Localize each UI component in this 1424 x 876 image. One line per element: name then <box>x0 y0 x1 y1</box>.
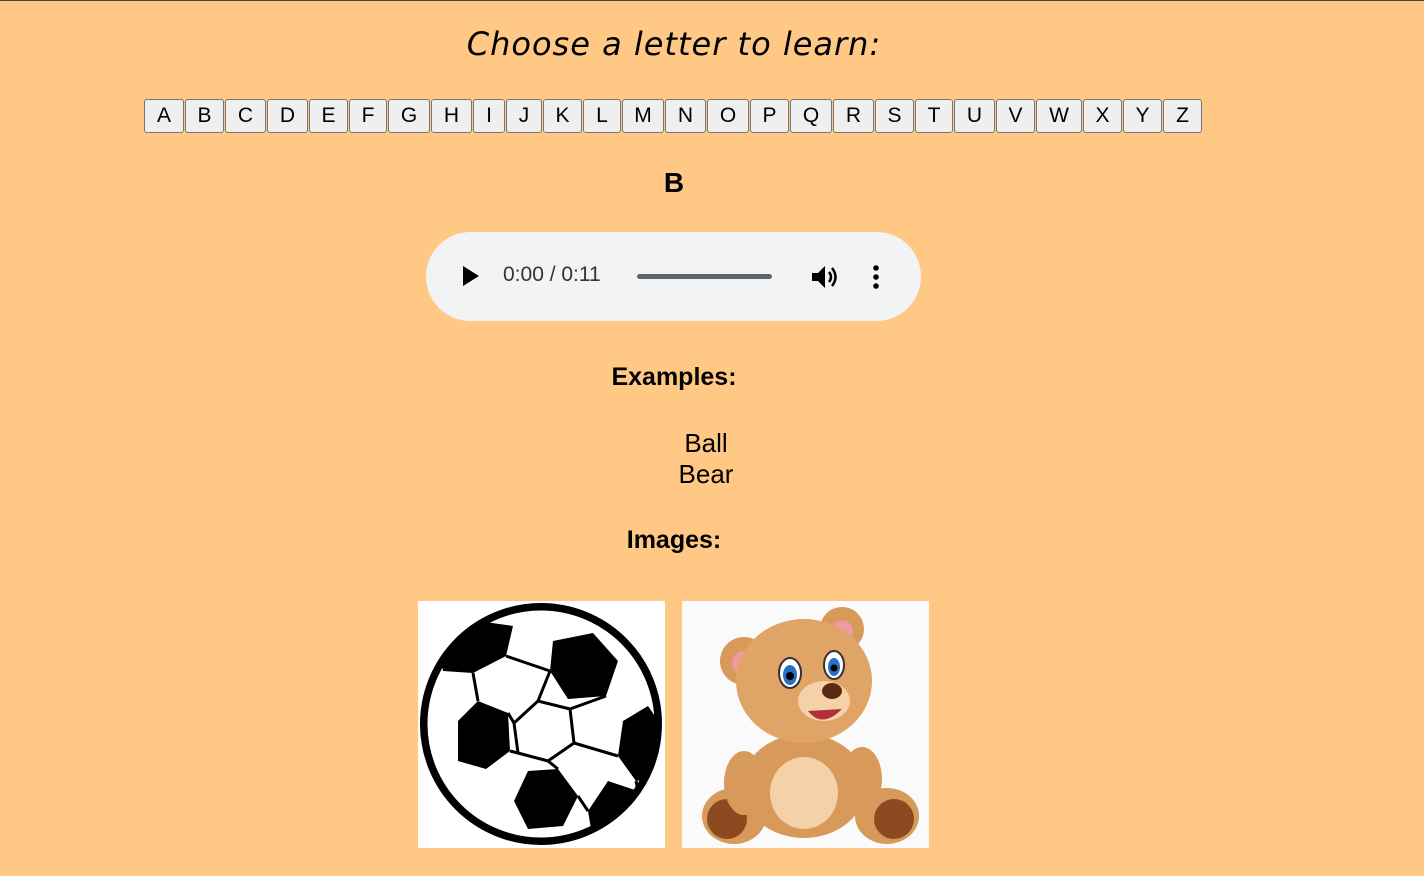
letter-button-q[interactable]: Q <box>790 99 832 133</box>
letter-button-x[interactable]: X <box>1083 99 1122 133</box>
letter-button-w[interactable]: W <box>1036 99 1082 133</box>
letter-button-l[interactable]: L <box>583 99 621 133</box>
letter-button-u[interactable]: U <box>954 99 995 133</box>
audio-progress-slider[interactable] <box>637 274 772 279</box>
play-icon[interactable] <box>460 264 482 288</box>
selected-letter-heading: B <box>663 167 685 198</box>
letter-button-c[interactable]: C <box>225 99 266 133</box>
letter-button-f[interactable]: F <box>349 99 387 133</box>
volume-icon[interactable] <box>810 263 840 291</box>
audio-time-display: 0:00 / 0:11 <box>503 263 601 286</box>
soccer-ball-image <box>418 601 665 848</box>
letter-button-a[interactable]: A <box>144 99 184 133</box>
letter-button-o[interactable]: O <box>707 99 749 133</box>
letter-button-p[interactable]: P <box>750 99 789 133</box>
letter-button-r[interactable]: R <box>833 99 874 133</box>
letter-button-d[interactable]: D <box>267 99 308 133</box>
letter-button-v[interactable]: V <box>996 99 1035 133</box>
letter-button-s[interactable]: S <box>875 99 914 133</box>
letter-button-b[interactable]: B <box>185 99 224 133</box>
letter-button-g[interactable]: G <box>388 99 430 133</box>
teddy-bear-image <box>682 601 929 848</box>
letter-button-n[interactable]: N <box>665 99 706 133</box>
letter-button-y[interactable]: Y <box>1123 99 1162 133</box>
audio-player: 0:00 / 0:11 <box>426 232 921 321</box>
letter-button-t[interactable]: T <box>915 99 953 133</box>
example-word: Ball <box>684 428 728 458</box>
letter-button-j[interactable]: J <box>506 99 542 133</box>
examples-list: Ball Bear <box>606 428 806 490</box>
letter-button-h[interactable]: H <box>431 99 472 133</box>
examples-heading: Examples: <box>611 363 737 391</box>
example-word: Bear <box>678 459 734 489</box>
letter-button-bar: A B C D E F G H I J K L M N O P Q R S T … <box>144 99 1202 133</box>
letter-button-k[interactable]: K <box>543 99 582 133</box>
more-options-icon[interactable] <box>868 263 884 291</box>
page-title: Choose a letter to learn: <box>466 25 882 63</box>
letter-button-z[interactable]: Z <box>1163 99 1202 133</box>
letter-button-m[interactable]: M <box>622 99 664 133</box>
images-heading: Images: <box>626 526 722 554</box>
letter-button-i[interactable]: I <box>473 99 505 133</box>
letter-button-e[interactable]: E <box>309 99 348 133</box>
